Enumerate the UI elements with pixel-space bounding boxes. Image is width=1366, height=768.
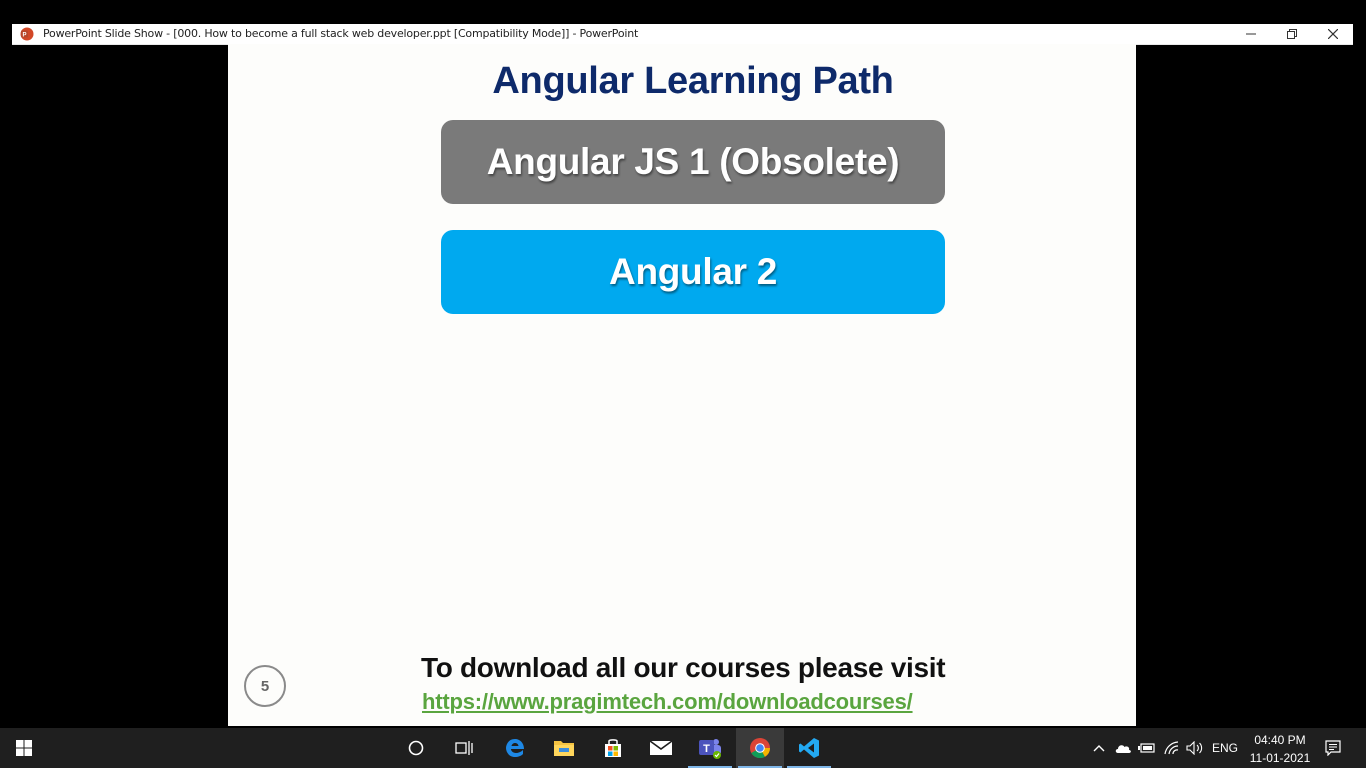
speaker-icon bbox=[1186, 741, 1203, 755]
window-title: PowerPoint Slide Show - [000. How to bec… bbox=[43, 27, 639, 40]
mail-icon bbox=[649, 740, 673, 755]
slide-number: 5 bbox=[244, 665, 286, 707]
battery-icon bbox=[1138, 743, 1155, 753]
store-button[interactable] bbox=[589, 728, 637, 768]
task-view-button[interactable] bbox=[440, 728, 488, 768]
battery-button[interactable] bbox=[1137, 728, 1157, 768]
action-center-button[interactable] bbox=[1320, 728, 1346, 768]
store-icon bbox=[605, 739, 621, 757]
slide[interactable]: Angular Learning Path Angular JS 1 (Obso… bbox=[228, 44, 1136, 726]
svg-text:T: T bbox=[703, 743, 710, 755]
svg-text:P: P bbox=[22, 32, 26, 38]
angularjs-box: Angular JS 1 (Obsolete) bbox=[441, 120, 945, 204]
angular2-box: Angular 2 bbox=[441, 230, 945, 314]
chevron-up-icon bbox=[1093, 745, 1105, 752]
file-explorer-button[interactable] bbox=[540, 728, 588, 768]
start-button[interactable] bbox=[0, 728, 48, 768]
teams-icon: T bbox=[699, 739, 721, 759]
restore-icon bbox=[1287, 29, 1297, 39]
chrome-button[interactable] bbox=[736, 728, 784, 768]
file-explorer-icon bbox=[554, 741, 574, 756]
language-indicator[interactable]: ENG bbox=[1212, 741, 1238, 755]
cloud-icon bbox=[1115, 745, 1131, 753]
screen: P PowerPoint Slide Show - [000. How to b… bbox=[0, 0, 1366, 768]
powerpoint-icon: P bbox=[20, 27, 34, 41]
notification-icon bbox=[1325, 740, 1341, 756]
onedrive-button[interactable] bbox=[1113, 728, 1133, 768]
edge-icon bbox=[506, 739, 524, 757]
task-view-icon bbox=[455, 741, 473, 755]
close-button[interactable] bbox=[1313, 24, 1353, 44]
vscode-button[interactable] bbox=[785, 728, 833, 768]
network-button[interactable] bbox=[1162, 728, 1182, 768]
edge-button[interactable] bbox=[491, 728, 539, 768]
minimize-icon bbox=[1246, 33, 1256, 35]
window-titlebar[interactable]: P PowerPoint Slide Show - [000. How to b… bbox=[12, 24, 1353, 45]
teams-button[interactable]: T bbox=[686, 728, 734, 768]
download-link[interactable]: https://www.pragimtech.com/downloadcours… bbox=[422, 689, 913, 715]
minimize-button[interactable] bbox=[1231, 24, 1271, 44]
wifi-icon bbox=[1164, 741, 1179, 755]
close-icon bbox=[1328, 29, 1338, 39]
search-button[interactable] bbox=[392, 728, 440, 768]
footer-text: To download all our courses please visit bbox=[421, 652, 946, 683]
volume-button[interactable] bbox=[1185, 728, 1205, 768]
mail-button[interactable] bbox=[637, 728, 685, 768]
slide-title: Angular Learning Path bbox=[492, 60, 894, 102]
clock-time: 04:40 PM bbox=[1254, 733, 1306, 747]
clock-date: 11-01-2021 bbox=[1249, 751, 1311, 765]
chrome-icon bbox=[750, 738, 771, 759]
show-hidden-icons-button[interactable] bbox=[1090, 728, 1108, 768]
start-icon bbox=[16, 740, 32, 756]
vscode-icon bbox=[799, 738, 819, 758]
restore-button[interactable] bbox=[1272, 24, 1312, 44]
taskbar: T ENG 04:40 PM 11-01-2021 bbox=[0, 728, 1366, 768]
clock[interactable]: 04:40 PM 11-01-2021 bbox=[1244, 731, 1316, 767]
search-circle-icon bbox=[408, 740, 424, 756]
